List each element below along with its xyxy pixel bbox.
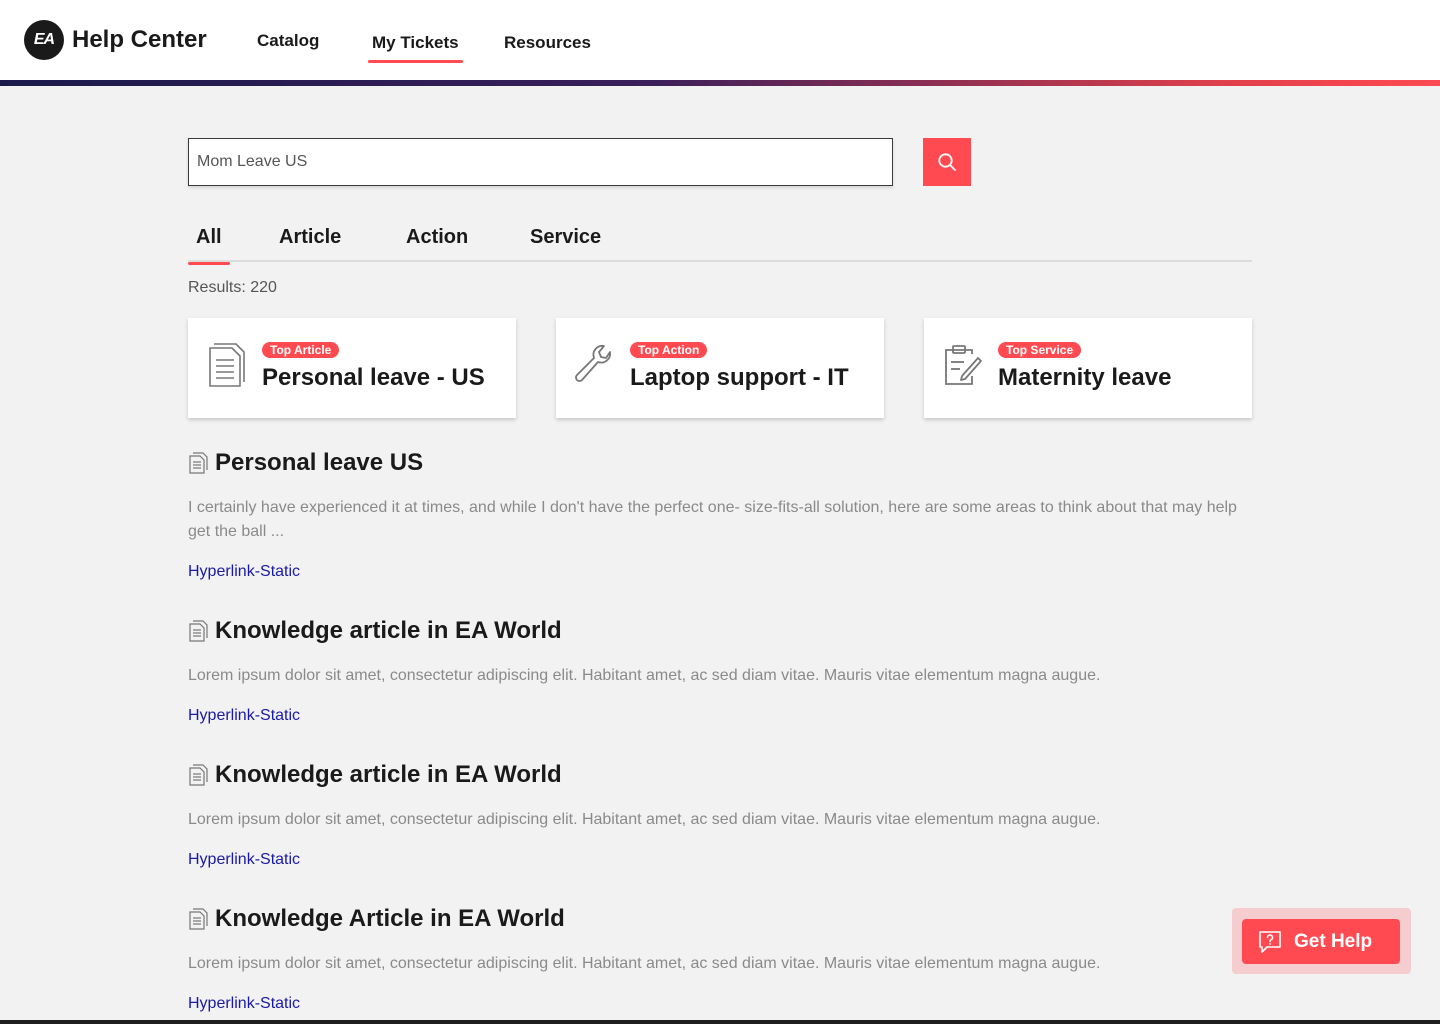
result-title-text: Knowledge article in EA World [215,761,562,788]
chat-question-icon [1259,930,1281,953]
get-help-focus-ring: Get Help [1232,908,1411,974]
bottom-divider [0,1020,1440,1024]
search-icon [938,153,956,171]
top-action-card[interactable]: Top Action Laptop support - IT [556,318,884,418]
result-description: I certainly have experienced it at times… [188,499,1237,540]
tab-action[interactable]: Action [406,226,468,249]
result-title[interactable]: Knowledge article in EA World [188,761,562,789]
nav-resources[interactable]: Resources [504,33,591,53]
result-link[interactable]: Hyperlink-Static [188,995,300,1013]
nav-my-tickets[interactable]: My Tickets [368,33,463,63]
result-title[interactable]: Personal leave US [188,449,423,477]
result-description: Lorem ipsum dolor sit amet, consectetur … [188,811,1101,828]
result-title-text: Knowledge Article in EA World [215,905,565,932]
top-action-badge: Top Action [630,342,708,358]
search-button[interactable] [923,138,971,186]
top-article-title: Personal leave - US [262,364,485,391]
result-link[interactable]: Hyperlink-Static [188,851,300,869]
get-help-label: Get Help [1294,930,1373,952]
document-icon [189,620,208,642]
top-service-title: Maternity leave [998,364,1172,391]
document-icon [189,452,208,474]
result-title-text: Personal leave US [215,449,424,476]
tab-all[interactable]: All [188,226,229,265]
result-title-text: Knowledge article in EA World [215,617,562,644]
top-action-title: Laptop support - IT [630,364,849,391]
header-gradient-bar [0,80,1440,86]
search-input[interactable] [188,138,893,186]
top-header: EA Help Center Catalog My Tickets Resour… [0,0,1440,80]
result-description: Lorem ipsum dolor sit amet, consectetur … [188,955,1101,972]
wrench-icon [575,344,612,382]
document-icon [189,908,208,930]
result-link[interactable]: Hyperlink-Static [188,563,300,581]
tab-service[interactable]: Service [530,226,601,249]
top-service-card[interactable]: Top Service Maternity leave [924,318,1252,418]
results-count: Results: 220 [188,279,277,296]
top-article-badge: Top Article [262,342,340,358]
clipboard-edit-icon [945,345,982,385]
top-service-badge: Top Service [998,342,1082,358]
nav-catalog[interactable]: Catalog [257,31,319,51]
result-link[interactable]: Hyperlink-Static [188,707,300,725]
tab-article[interactable]: Article [279,226,341,249]
top-article-card[interactable]: Top Article Personal leave - US [188,318,516,418]
result-type-tabs: All Article Action Service [188,222,1252,265]
brand-title[interactable]: Help Center [72,26,207,54]
ea-logo[interactable]: EA [24,20,64,60]
get-help-button[interactable]: Get Help [1242,919,1400,964]
result-title[interactable]: Knowledge Article in EA World [188,905,565,933]
result-description: Lorem ipsum dolor sit amet, consectetur … [188,667,1101,684]
document-icon [209,343,245,387]
document-icon [189,764,208,786]
result-title[interactable]: Knowledge article in EA World [188,617,562,645]
